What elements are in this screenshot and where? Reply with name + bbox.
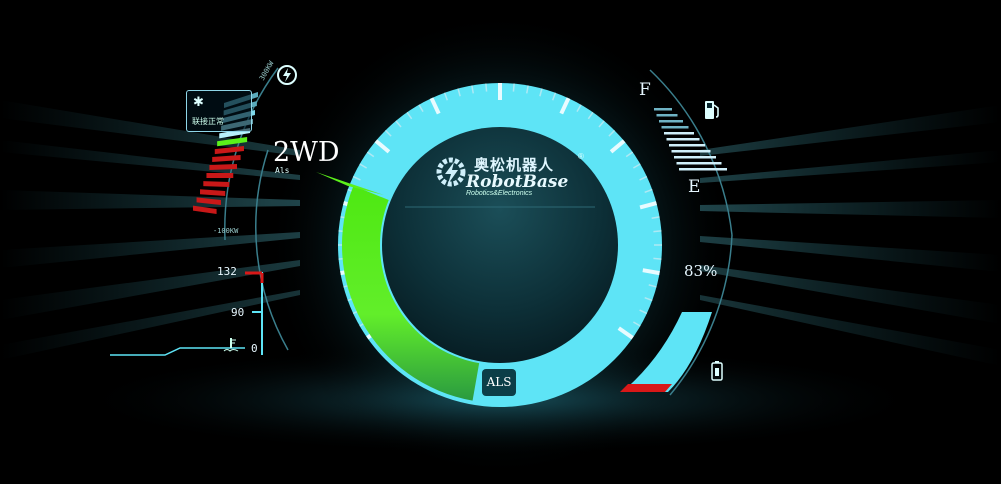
power-icon — [277, 65, 297, 85]
robotbase-logo: 奥松机器人 ® RobotBase Robotics&Electronics — [436, 150, 584, 200]
main-gauge-tick — [485, 83, 488, 92]
fuel-level-bar — [656, 114, 678, 117]
logo-registered: ® — [578, 152, 584, 161]
bluetooth-status-badge[interactable]: ✱ 联接正常 — [186, 90, 252, 132]
drive-mode-sub: Als — [275, 166, 290, 175]
power-gauge-segment — [203, 181, 230, 187]
fuel-level-bar — [671, 150, 711, 153]
battery-icon — [711, 361, 723, 381]
fuel-level-bar — [664, 132, 694, 135]
fuel-level-bar — [666, 138, 700, 141]
power-gauge-segment — [209, 164, 238, 170]
power-gauge-segment — [212, 154, 241, 162]
fuel-pump-icon — [705, 101, 719, 119]
fuel-level-bar — [669, 144, 705, 147]
temperature-label-low: 0 — [251, 342, 258, 355]
coolant-temperature-icon — [223, 338, 239, 352]
fuel-level-bar — [674, 156, 716, 159]
als-button[interactable]: ALS — [482, 369, 516, 396]
battery-percent: 83% — [684, 262, 718, 280]
logo-subtitle: Robotics&Electronics — [466, 190, 533, 197]
bluetooth-icon: ✱ — [193, 95, 204, 110]
fuel-level-bar — [676, 162, 722, 165]
fuel-level-bar — [654, 108, 672, 111]
logo-gear-icon — [436, 157, 466, 187]
power-min-label: -100KW — [213, 227, 239, 235]
main-gauge-tick — [653, 230, 662, 233]
power-gauge-segment — [206, 173, 234, 178]
power-gauge-segment — [200, 189, 226, 196]
fuel-level-bar — [659, 120, 683, 123]
fuel-level-bar — [661, 126, 689, 129]
dashboard: 300KW -100KW ✱ 联接正常 2WD Als 132 90 0 奥松机… — [0, 0, 1001, 484]
main-gauge-tick — [653, 257, 662, 260]
temperature-label-mid: 90 — [231, 306, 245, 319]
dashboard-graphics — [0, 10, 1001, 480]
power-gauge-segment — [214, 145, 244, 155]
battery-low-mark — [620, 384, 672, 392]
temperature-label-high: 132 — [217, 265, 237, 278]
fuel-full-label: F — [639, 80, 651, 100]
bluetooth-status-text: 联接正常 — [192, 117, 224, 126]
main-gauge-tick — [512, 83, 515, 92]
fuel-empty-label: E — [688, 177, 701, 197]
drive-mode: 2WD — [273, 137, 340, 168]
fuel-level-bar — [679, 168, 727, 171]
logo-english: RobotBase — [466, 172, 569, 192]
